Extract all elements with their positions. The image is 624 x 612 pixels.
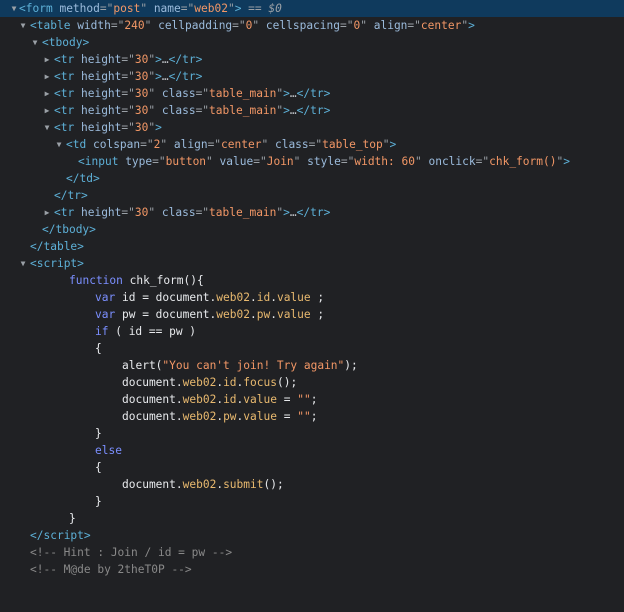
expand-triangle-icon[interactable]: ▼ xyxy=(42,119,52,136)
dom-node-td-close[interactable]: </td> xyxy=(0,170,624,187)
expand-triangle-icon[interactable]: ▼ xyxy=(18,17,28,34)
expand-triangle-icon[interactable]: ▼ xyxy=(9,0,19,17)
code-line: document.web02.id.focus(); xyxy=(122,376,298,389)
collapse-triangle-icon[interactable]: ▶ xyxy=(42,102,52,119)
dom-node-script[interactable]: ▼ <script> xyxy=(0,255,624,272)
dom-comment-made[interactable]: <!-- M@de by 2theT0P --> xyxy=(0,561,624,578)
dom-node-tr[interactable]: ▼ <tr height="30"> xyxy=(0,119,624,136)
code-line: { xyxy=(95,461,102,474)
collapse-triangle-icon[interactable]: ▶ xyxy=(42,68,52,85)
selected-node-marker: $0 xyxy=(268,2,282,15)
code-line: function chk_form(){ xyxy=(69,274,204,287)
collapse-triangle-icon[interactable]: ▶ xyxy=(42,51,52,68)
code-line: document.web02.id.value = ""; xyxy=(122,393,318,406)
dom-node-form[interactable]: ▼ <form method="post" name="web02"> == $… xyxy=(0,0,624,17)
code-line: } xyxy=(69,512,76,525)
dom-node-tr[interactable]: ▶ <tr height="30" class="table_main">…</… xyxy=(0,102,624,119)
code-line: var pw = document.web02.pw.value ; xyxy=(95,308,325,321)
code-line: if ( id == pw ) xyxy=(95,325,197,338)
code-line: { xyxy=(95,342,102,355)
dom-node-tbody[interactable]: ▼ <tbody> xyxy=(0,34,624,51)
dom-node-tr[interactable]: ▶ <tr height="30">…</tr> xyxy=(0,68,624,85)
dom-node-input[interactable]: <input type="button" value="Join" style=… xyxy=(0,153,624,170)
expand-triangle-icon[interactable]: ▼ xyxy=(54,136,64,153)
dom-node-tbody-close[interactable]: </tbody> xyxy=(0,221,624,238)
dom-node-table-close[interactable]: </table> xyxy=(0,238,624,255)
code-line: } xyxy=(95,495,102,508)
elements-panel: ▼ <form method="post" name="web02"> == $… xyxy=(0,0,624,578)
dom-comment-hint[interactable]: <!-- Hint : Join / id = pw --> xyxy=(0,544,624,561)
code-line: var id = document.web02.id.value ; xyxy=(95,291,325,304)
expand-triangle-icon[interactable]: ▼ xyxy=(18,255,28,272)
collapse-triangle-icon[interactable]: ▶ xyxy=(42,85,52,102)
dom-node-script-close[interactable]: </script> xyxy=(0,527,624,544)
code-line: } xyxy=(95,427,102,440)
code-line: else xyxy=(95,444,122,457)
code-line: alert("You can't join! Try again"); xyxy=(122,359,358,372)
expand-triangle-icon[interactable]: ▼ xyxy=(30,34,40,51)
dom-node-table[interactable]: ▼ <table width="240" cellpadding="0" cel… xyxy=(0,17,624,34)
code-line: document.web02.pw.value = ""; xyxy=(122,410,318,423)
dom-node-tr[interactable]: ▶ <tr height="30" class="table_main">…</… xyxy=(0,85,624,102)
dom-node-td[interactable]: ▼ <td colspan="2" align="center" class="… xyxy=(0,136,624,153)
code-line: document.web02.submit(); xyxy=(122,478,284,491)
collapse-triangle-icon[interactable]: ▶ xyxy=(42,204,52,221)
dom-node-tr[interactable]: ▶ <tr height="30">…</tr> xyxy=(0,51,624,68)
dom-node-tr-close[interactable]: </tr> xyxy=(0,187,624,204)
dom-node-tr[interactable]: ▶ <tr height="30" class="table_main">…</… xyxy=(0,204,624,221)
